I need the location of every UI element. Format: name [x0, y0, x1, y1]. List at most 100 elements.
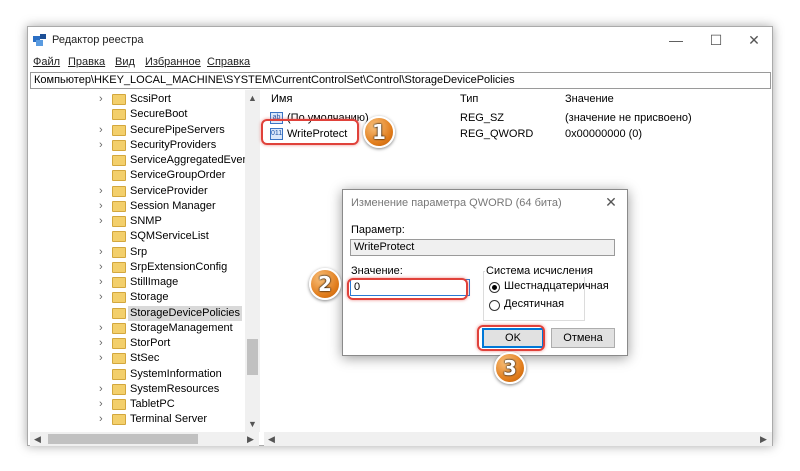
tree-item[interactable]: › SecurityProviders [30, 138, 245, 153]
tree-item[interactable]: › Storage [30, 290, 245, 305]
dialog-title: Изменение параметра QWORD (64 бита) [351, 197, 562, 209]
tree-item[interactable]: › ScsiPort [30, 92, 245, 107]
list-horizontal-scrollbar[interactable]: ◀ ▶ [264, 432, 772, 446]
tree-item-label: StSec [130, 352, 160, 365]
folder-icon [112, 216, 126, 227]
menu-help[interactable]: Справка [207, 56, 250, 68]
folder-icon [112, 307, 126, 319]
scroll-thumb[interactable] [247, 339, 258, 375]
tree-item[interactable]: › StorageManagement [30, 321, 245, 336]
folder-icon [112, 200, 126, 212]
menu-file[interactable]: Файл [33, 56, 60, 68]
step-2-badge: 2 [309, 268, 341, 300]
chevron-right-icon[interactable]: › [99, 246, 103, 258]
chevron-right-icon[interactable]: › [99, 322, 103, 334]
highlight-writeprotect [261, 119, 359, 145]
tree-item[interactable]: › Srp [30, 245, 245, 260]
menu-bar: Файл Правка Вид Избранное Справка [28, 54, 772, 72]
tree-item[interactable]: › TabletPC [30, 397, 245, 412]
step-1-badge: 1 [363, 116, 395, 148]
chevron-right-icon[interactable]: › [99, 291, 103, 303]
scroll-left-arrow-icon[interactable]: ◀ [264, 432, 279, 446]
folder-icon [112, 109, 126, 121]
tree-item-label: StorageManagement [130, 321, 233, 334]
tree-item-label: SrpExtensionConfig [130, 260, 228, 273]
scroll-down-arrow-icon[interactable]: ▼ [245, 416, 260, 432]
folder-icon [112, 399, 126, 410]
chevron-right-icon[interactable]: › [99, 398, 103, 410]
column-header-value[interactable]: Значение [565, 93, 614, 105]
address-bar[interactable]: Компьютер\HKEY_LOCAL_MACHINE\SYSTEM\Curr… [30, 72, 771, 89]
tree-vertical-scrollbar[interactable]: ▲ ▼ [245, 90, 260, 432]
menu-view[interactable]: Вид [115, 56, 135, 68]
chevron-right-icon[interactable]: › [99, 413, 103, 425]
folder-icon [112, 292, 126, 304]
tree-item-label: Storage [130, 291, 169, 304]
folder-icon [112, 322, 126, 334]
tree-item[interactable]: ServiceAggregatedEvents [30, 153, 257, 168]
menu-edit[interactable]: Правка [68, 56, 105, 68]
tree-item[interactable]: › StorPort [30, 336, 245, 351]
scroll-left-arrow-icon[interactable]: ◀ [30, 432, 45, 446]
radio-dec-label[interactable]: Десятичная [504, 298, 564, 310]
minimize-button[interactable]: — [654, 27, 698, 54]
tree-item[interactable]: › SNMP [30, 214, 245, 229]
folder-icon [112, 383, 126, 395]
value-data: 0x00000000 (0) [565, 128, 643, 140]
tree-item[interactable]: SecureBoot [30, 107, 245, 122]
dialog-close-icon[interactable]: ✕ [601, 193, 621, 211]
chevron-right-icon[interactable]: › [99, 139, 103, 151]
tree-item-label: SecurityProviders [130, 138, 217, 151]
tree-item[interactable]: › ServiceProvider [30, 184, 245, 199]
scroll-up-arrow-icon[interactable]: ▲ [245, 90, 260, 106]
chevron-right-icon[interactable]: › [99, 93, 103, 105]
chevron-right-icon[interactable]: › [99, 276, 103, 288]
tree-item-label: TabletPC [130, 398, 175, 410]
folder-icon [112, 353, 126, 365]
tree-item-label: ScsiPort [130, 93, 171, 105]
tree-item[interactable]: ServiceGroupOrder [30, 168, 245, 183]
chevron-right-icon[interactable]: › [99, 352, 103, 364]
radio-hex-indicator[interactable] [489, 282, 500, 293]
scroll-right-arrow-icon[interactable]: ▶ [243, 432, 258, 446]
cancel-button[interactable]: Отмена [551, 328, 615, 348]
tree-item-label: SecurePipeServers [130, 123, 225, 136]
tree-item-label: StillImage [130, 276, 179, 288]
tree-item[interactable]: › SecurePipeServers [30, 123, 245, 138]
tree-item[interactable]: › Session Manager [30, 199, 245, 214]
column-header-type[interactable]: Тип [460, 93, 478, 105]
chevron-right-icon[interactable]: › [99, 261, 103, 273]
scroll-right-arrow-icon[interactable]: ▶ [756, 432, 771, 446]
close-button[interactable]: ✕ [732, 27, 776, 54]
scroll-thumb[interactable] [48, 434, 198, 444]
highlight-value-input [347, 278, 468, 300]
chevron-right-icon[interactable]: › [99, 200, 103, 212]
tree-item[interactable]: › SrpExtensionConfig [30, 260, 245, 275]
tree-horizontal-scrollbar[interactable]: ◀ ▶ [30, 432, 259, 446]
chevron-right-icon[interactable]: › [99, 337, 103, 349]
folder-icon [112, 155, 126, 166]
menu-favorites[interactable]: Избранное [145, 56, 201, 68]
radio-hex-label[interactable]: Шестнадцатеричная [504, 280, 609, 292]
title-bar[interactable]: Редактор реестра — ☐ ✕ [28, 27, 772, 54]
tree-item[interactable]: › SystemResources [30, 382, 245, 397]
chevron-right-icon[interactable]: › [99, 185, 103, 197]
chevron-right-icon[interactable]: › [99, 383, 103, 395]
tree-item[interactable]: StorageDevicePolicies [30, 305, 245, 321]
folder-icon [112, 185, 126, 197]
base-groupbox [483, 271, 585, 321]
tree-item[interactable]: SystemInformation [30, 367, 245, 382]
tree-item-label: StorPort [130, 337, 171, 349]
tree-item-label: SNMP [130, 215, 162, 227]
chevron-right-icon[interactable]: › [99, 124, 103, 136]
tree-item[interactable]: SQMServiceList [30, 229, 245, 244]
step-3-badge: 3 [494, 352, 526, 384]
chevron-right-icon[interactable]: › [99, 215, 103, 227]
folder-icon [112, 277, 126, 288]
tree-item[interactable]: › StillImage [30, 275, 245, 290]
tree-item[interactable]: › StSec [30, 351, 245, 366]
column-header-name[interactable]: Имя [271, 93, 292, 105]
tree-item-label: SQMServiceList [130, 230, 209, 243]
tree-item[interactable]: › Terminal Server [30, 412, 245, 427]
radio-dec-indicator[interactable] [489, 300, 500, 311]
